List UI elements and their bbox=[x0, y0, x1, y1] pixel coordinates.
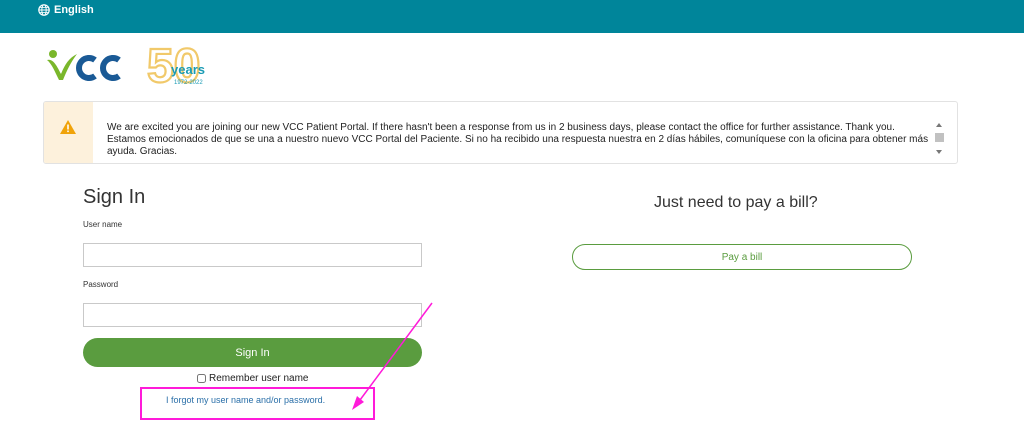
globe-icon bbox=[38, 4, 50, 16]
alert-message-spanish: Estamos emocionados de que se una a nues… bbox=[107, 134, 929, 157]
sign-in-title: Sign In bbox=[83, 186, 146, 208]
scroll-down-icon[interactable] bbox=[936, 150, 942, 154]
alert-message: We are excited you are joining our new V… bbox=[107, 122, 937, 163]
anniversary-word: years bbox=[171, 62, 205, 77]
highlight-box bbox=[140, 387, 375, 420]
anniversary-range: 1972-2022 bbox=[174, 80, 203, 86]
announcement-alert: We are excited you are joining our new V… bbox=[43, 101, 958, 164]
alert-scrollbar[interactable] bbox=[934, 121, 945, 156]
alert-icon-panel bbox=[44, 102, 93, 163]
top-bar: English bbox=[0, 0, 1024, 33]
pay-bill-title: Just need to pay a bill? bbox=[654, 194, 818, 211]
remember-username-label: Remember user name bbox=[209, 373, 309, 384]
language-selector[interactable]: English bbox=[38, 4, 94, 16]
scroll-up-icon[interactable] bbox=[936, 123, 942, 127]
vcc-logo: 50 years 1972-2022 bbox=[43, 38, 243, 94]
username-input[interactable] bbox=[83, 243, 422, 267]
pay-bill-button[interactable]: Pay a bill bbox=[572, 244, 912, 270]
remember-username[interactable]: Remember user name bbox=[197, 373, 308, 384]
warning-icon bbox=[60, 120, 76, 134]
alert-message-english: We are excited you are joining our new V… bbox=[107, 122, 895, 133]
remember-username-checkbox[interactable] bbox=[197, 374, 206, 383]
sign-in-button[interactable]: Sign In bbox=[83, 338, 422, 367]
password-label: Password bbox=[83, 280, 119, 289]
scroll-thumb[interactable] bbox=[935, 133, 944, 142]
password-input[interactable] bbox=[83, 303, 422, 327]
language-label: English bbox=[54, 4, 94, 16]
username-label: User name bbox=[83, 220, 123, 229]
